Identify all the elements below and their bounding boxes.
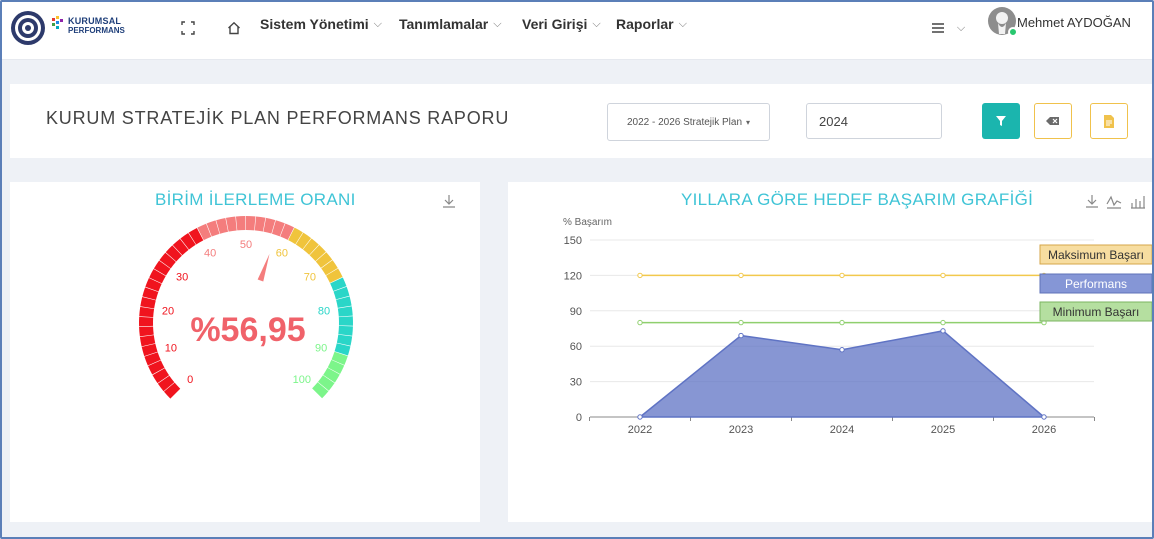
gauge-tick-label: 80: [318, 306, 330, 318]
report-header-card: KURUM STRATEJİK PLAN PERFORMANS RAPORU 2…: [10, 84, 1154, 158]
gauge-segment: [254, 216, 266, 232]
gauge-tick-label: 70: [304, 272, 316, 284]
document-icon: [1104, 114, 1114, 128]
data-point: [738, 332, 744, 339]
logo-line1: KURUMSAL: [68, 16, 122, 26]
menu-veri-girisi[interactable]: Veri Girişi ⌵: [522, 12, 601, 36]
gauge-tick-label: 50: [240, 239, 252, 251]
menu-tanimlamalar[interactable]: Tanımlamalar ⌵: [399, 12, 502, 36]
area-chart: % Başarım 0 30 60 90 120 150 2022 2023 2024 2025 20…: [563, 217, 1153, 436]
gauge-tick-label: 90: [315, 342, 327, 354]
data-point: [637, 272, 643, 279]
data-point: [738, 319, 744, 326]
data-point: [839, 347, 845, 353]
menu-label: Tanımlamalar: [399, 16, 489, 32]
strategic-plan-select[interactable]: 2022 - 2026 Stratejik Plan ▾: [607, 103, 770, 141]
data-point: [940, 272, 946, 279]
series-area: [637, 330, 1047, 418]
chevron-down-icon: ⌵: [678, 17, 687, 30]
clear-button[interactable]: [1034, 103, 1072, 139]
x-tick-label: 2026: [1032, 424, 1056, 436]
hamburger-icon[interactable]: [928, 18, 948, 38]
y-tick-label: 60: [570, 341, 582, 353]
data-point: [839, 319, 845, 326]
chevron-down-icon: ⌵: [373, 17, 383, 30]
x-tick-label: 2022: [628, 424, 652, 436]
legend-label: Performans: [1065, 277, 1127, 291]
home-icon[interactable]: [224, 18, 244, 38]
gauge-segment: [338, 325, 353, 336]
user-menu-chevron-icon[interactable]: ⌵: [951, 18, 971, 38]
legend-label: Maksimum Başarı: [1048, 248, 1144, 262]
data-point: [1041, 414, 1047, 420]
gauge-tick-label: 100: [293, 374, 311, 386]
institution-logo-icon[interactable]: [10, 10, 46, 46]
gauge-pointer: [257, 253, 270, 282]
menu-raporlar[interactable]: Raporlar ⌵: [616, 12, 687, 36]
gauge-card: BİRİM İLERLEME ORANI 0 10 20 30 40 50 60 70 80 90…: [10, 182, 480, 522]
caret-down-icon: ▾: [746, 117, 751, 127]
gauge-segment: [139, 306, 155, 318]
app-logo[interactable]: KURUMSAL PERFORMANS: [52, 14, 125, 42]
gauge-segment: [139, 316, 154, 327]
eraser-icon: [1046, 117, 1059, 125]
y-tick-label: 150: [564, 235, 582, 247]
fullscreen-icon[interactable]: [178, 18, 198, 38]
logo-mark-icon: [52, 16, 63, 29]
gauge-segment: [235, 216, 246, 231]
gauge-segment: [338, 316, 353, 326]
filter-icon: [996, 116, 1006, 126]
chevron-down-icon: ⌵: [592, 17, 601, 30]
data-point: [637, 319, 643, 326]
data-point: [940, 319, 946, 326]
gauge-tick-label: 20: [162, 306, 174, 318]
x-tick-label: 2025: [931, 424, 955, 436]
logo-line2: PERFORMANS: [68, 26, 125, 35]
y-tick-label: 90: [570, 306, 582, 318]
gauge-segment: [246, 216, 256, 231]
gauge-tick-label: 40: [204, 248, 216, 260]
gauge-tick-label: 30: [176, 272, 188, 284]
x-tick-label: 2023: [729, 424, 753, 436]
data-point: [940, 328, 946, 334]
y-tick-label: 120: [564, 270, 582, 282]
menu-label: Raporlar: [616, 16, 674, 32]
plan-select-value: 2022 - 2026 Stratejik Plan: [626, 116, 743, 128]
gauge-tick-label: 60: [276, 248, 288, 260]
gauge-chart: 0 10 20 30 40 50 60 70 80 90 100 %56,95: [139, 216, 353, 399]
data-point: [839, 272, 845, 279]
legend-label: Minimum Başarı: [1053, 305, 1140, 319]
y-tick-label: 30: [570, 377, 582, 389]
gauge-value: %56,95: [190, 311, 305, 349]
y-tick-label: 0: [576, 412, 582, 424]
gauge-tick-label: 10: [165, 342, 177, 354]
menu-label: Veri Girişi: [522, 16, 588, 32]
export-document-button[interactable]: [1090, 103, 1128, 139]
top-navbar: KURUMSAL PERFORMANS Sistem Yönetimi ⌵ Ta…: [2, 2, 1152, 60]
year-input[interactable]: 2024: [806, 103, 942, 139]
gauge-segment: [337, 306, 353, 317]
filter-button[interactable]: [982, 103, 1020, 139]
x-tick-label: 2024: [830, 424, 854, 436]
chevron-down-icon: ⌵: [493, 17, 502, 30]
y-axis-title: % Başarım: [563, 217, 612, 228]
gauge-tick-label: 0: [187, 374, 193, 386]
page-title: KURUM STRATEJİK PLAN PERFORMANS RAPORU: [46, 108, 510, 128]
chart-card: YILLARA GÖRE HEDEF BAŞARIM GRAFİĞİ % Baş…: [508, 182, 1154, 522]
menu-label: Sistem Yönetimi: [260, 16, 369, 32]
gauge-segment: [139, 326, 154, 337]
menu-sistem-yonetimi[interactable]: Sistem Yönetimi ⌵: [260, 12, 382, 36]
data-point: [637, 414, 643, 420]
data-point: [738, 272, 744, 279]
user-name[interactable]: Mehmet AYDOĞAN: [1017, 15, 1131, 30]
